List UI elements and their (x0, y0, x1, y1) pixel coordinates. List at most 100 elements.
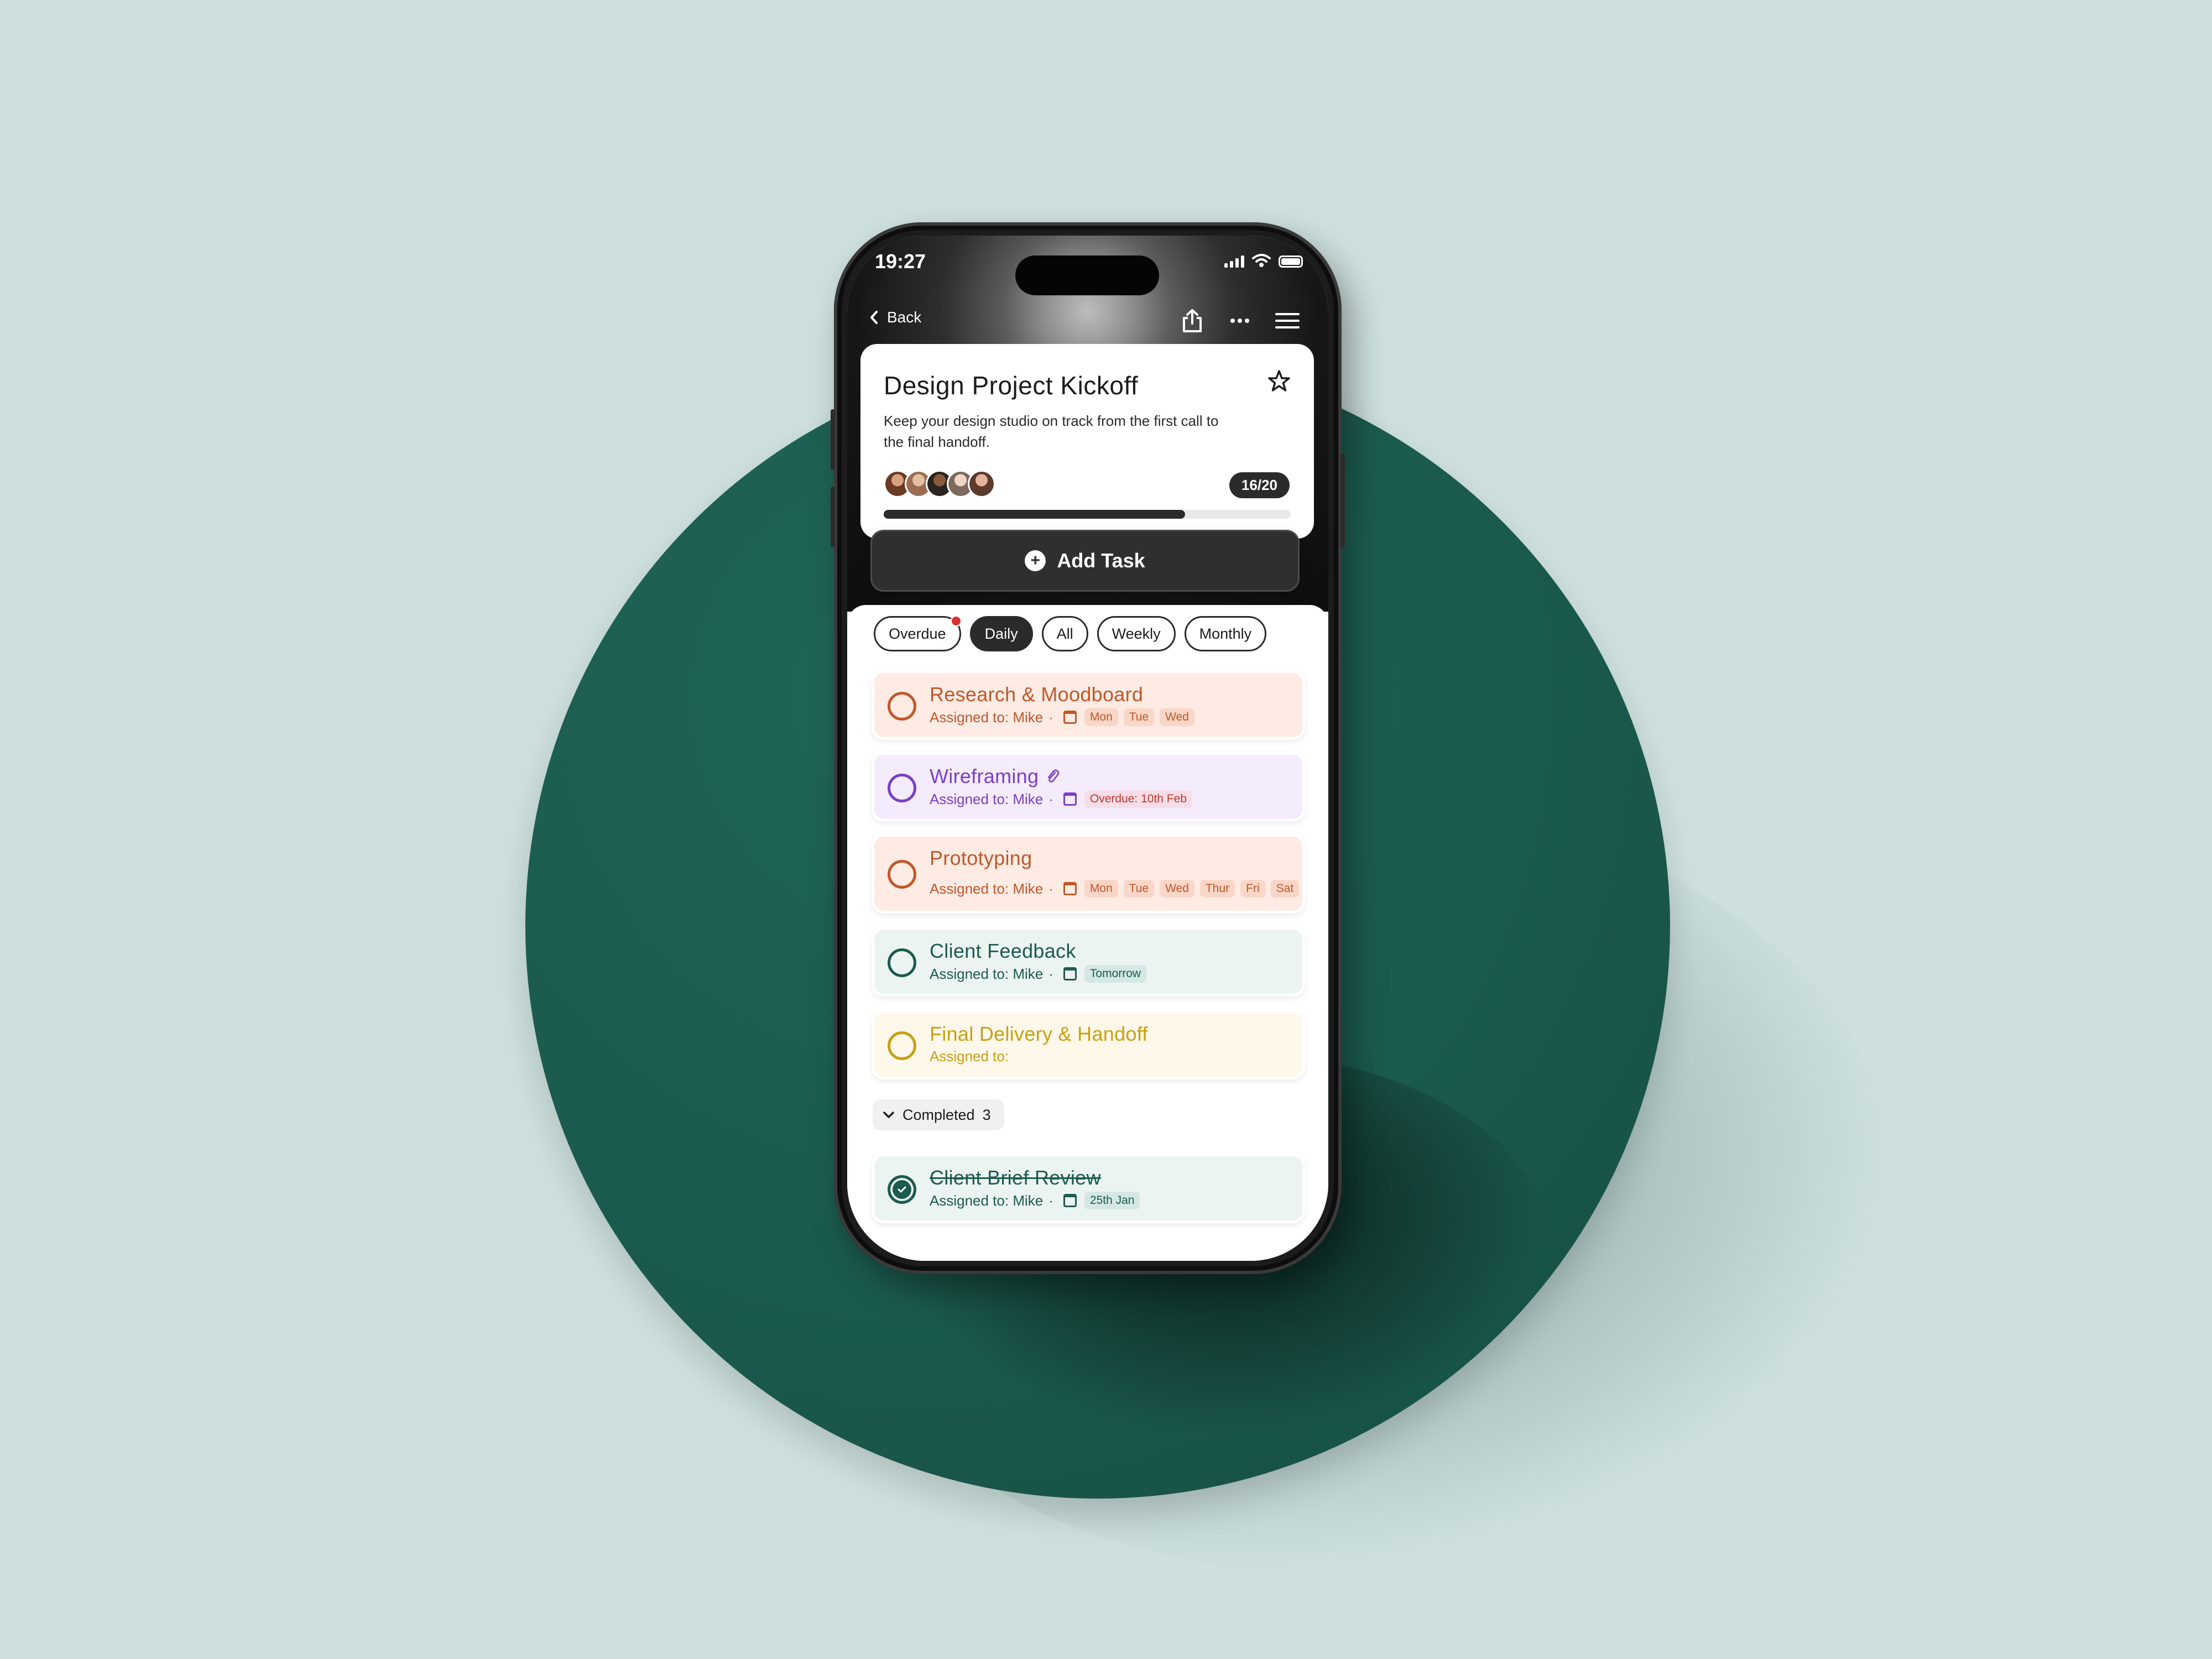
avatar (968, 470, 995, 498)
meta-separator: · (1048, 790, 1053, 807)
wifi-icon (1252, 254, 1271, 267)
filter-label: All (1056, 625, 1073, 642)
more-dots-icon (1230, 319, 1249, 323)
task-item-prototyping[interactable]: Prototyping Assigned to: Mike · Mon Tue … (872, 834, 1305, 914)
plus-icon: + (1025, 550, 1046, 571)
menu-button[interactable] (1272, 305, 1303, 336)
battery-icon (1279, 255, 1303, 268)
back-label: Back (887, 309, 922, 326)
filter-daily[interactable]: Daily (969, 616, 1033, 651)
task-title: Research & Moodboard (930, 683, 1144, 706)
task-count-badge: 16/20 (1229, 472, 1290, 498)
task-tag: Fri (1240, 880, 1265, 898)
task-meta: Assigned to: Mike · Mon Tue Wed (930, 708, 1302, 726)
nav-bar: Back (847, 302, 1328, 341)
calendar-icon (1063, 792, 1077, 806)
add-task-button[interactable]: + Add Task (870, 530, 1300, 592)
task-assignee: Assigned to: Mike (930, 1192, 1044, 1209)
task-item-client-feedback[interactable]: Client Feedback Assigned to: Mike · Tomo… (872, 927, 1305, 997)
project-description: Keep your design studio on track from th… (884, 413, 1219, 450)
task-tag: Mon (1084, 880, 1118, 898)
filter-label: Daily (984, 625, 1018, 642)
task-title: Client Feedback (930, 940, 1076, 962)
task-checkbox[interactable] (888, 774, 916, 802)
star-icon (1268, 370, 1290, 392)
task-item-research-moodboard[interactable]: Research & Moodboard Assigned to: Mike ·… (872, 670, 1305, 740)
signal-icon (1224, 255, 1244, 268)
task-title: Client Brief Review (930, 1166, 1101, 1189)
task-tag: Tue (1123, 880, 1155, 898)
back-button[interactable]: Back (869, 309, 921, 326)
task-assignee: Assigned to: Mike (930, 880, 1044, 897)
task-tag: Sat (1270, 880, 1300, 898)
task-meta: Assigned to: (930, 1048, 1302, 1065)
calendar-icon (1063, 882, 1077, 895)
calendar-icon (1063, 967, 1077, 980)
nav-actions (1177, 305, 1303, 336)
task-tag-overdue: Overdue: 10th Feb (1084, 790, 1192, 808)
task-assignee: Assigned to: Mike (930, 790, 1044, 807)
task-tag: Wed (1160, 880, 1194, 898)
phone-volume-up (831, 409, 835, 470)
completed-count: 3 (982, 1106, 991, 1123)
status-time: 19:27 (875, 250, 926, 273)
task-title-row: Wireframing (930, 765, 1302, 788)
more-button[interactable] (1224, 305, 1255, 336)
filter-monthly[interactable]: Monthly (1184, 616, 1267, 651)
task-checkbox[interactable] (888, 692, 916, 721)
completed-section-toggle[interactable]: Completed 3 (873, 1099, 1004, 1130)
phone-volume-down (831, 487, 835, 547)
task-tag: 25th Jan (1084, 1192, 1140, 1209)
checkmark-icon (898, 1186, 906, 1193)
task-title: Prototyping (930, 847, 1032, 869)
dynamic-island (1015, 255, 1159, 295)
meta-separator: · (1048, 708, 1053, 726)
task-meta: Assigned to: Mike · Mon Tue Wed Thur Fri… (930, 880, 1302, 898)
filter-overdue[interactable]: Overdue (874, 615, 962, 651)
chevron-down-icon (883, 1112, 894, 1118)
task-assignee: Assigned to: Mike (930, 708, 1044, 726)
progress-fill (884, 510, 1185, 519)
favorite-button[interactable] (1267, 369, 1291, 395)
task-assignee: Assigned to: Mike (930, 965, 1044, 982)
hamburger-menu-icon (1275, 313, 1300, 328)
filter-label: Weekly (1112, 625, 1161, 642)
chevron-left-icon (870, 311, 878, 324)
task-tag: Thur (1199, 880, 1235, 898)
task-meta: Assigned to: Mike · Overdue: 10th Feb (930, 790, 1302, 808)
filter-label: Monthly (1199, 625, 1252, 642)
task-meta: Assigned to: Mike · Tomorrow (930, 965, 1302, 983)
member-avatars[interactable] (884, 470, 995, 498)
share-button[interactable] (1177, 305, 1208, 336)
attachment-icon (1048, 769, 1060, 782)
filter-weekly[interactable]: Weekly (1097, 616, 1176, 651)
task-checkbox[interactable] (888, 860, 916, 889)
task-meta: Assigned to: Mike · 25th Jan (930, 1192, 1302, 1209)
task-tag: Mon (1084, 708, 1118, 726)
task-title: Final Delivery & Handoff (930, 1022, 1148, 1045)
project-progress-bar (884, 510, 1291, 519)
task-assignee: Assigned to: (930, 1048, 1009, 1065)
task-checkbox[interactable] (888, 948, 916, 977)
status-icons (1224, 253, 1303, 268)
filter-label: Overdue (889, 625, 946, 642)
task-item-wireframing[interactable]: Wireframing Assigned to: Mike · Overdue:… (872, 752, 1305, 822)
calendar-icon (1063, 711, 1077, 724)
phone-screen: 19:27 Back Design Project Kickoff Keep y… (847, 236, 1328, 1261)
filter-all[interactable]: All (1041, 616, 1088, 651)
task-title: Wireframing (930, 765, 1039, 787)
project-title: Design Project Kickoff (884, 371, 1139, 400)
completed-label: Completed (902, 1106, 975, 1123)
add-task-label: Add Task (1057, 549, 1145, 572)
task-tag: Tomorrow (1084, 965, 1147, 983)
share-icon (1183, 309, 1202, 332)
phone-power-button (1340, 453, 1345, 547)
task-item-client-brief-review[interactable]: Client Brief Review Assigned to: Mike · … (872, 1154, 1305, 1223)
task-tag: Tue (1123, 708, 1155, 726)
filter-chips: Overdue Daily All Weekly Monthly (874, 615, 1267, 651)
notification-dot (950, 615, 962, 627)
task-checkbox[interactable] (888, 1031, 916, 1060)
task-tag: Wed (1160, 708, 1194, 726)
task-item-final-delivery[interactable]: Final Delivery & Handoff Assigned to: (872, 1010, 1305, 1079)
task-checkbox-checked[interactable] (888, 1175, 916, 1204)
